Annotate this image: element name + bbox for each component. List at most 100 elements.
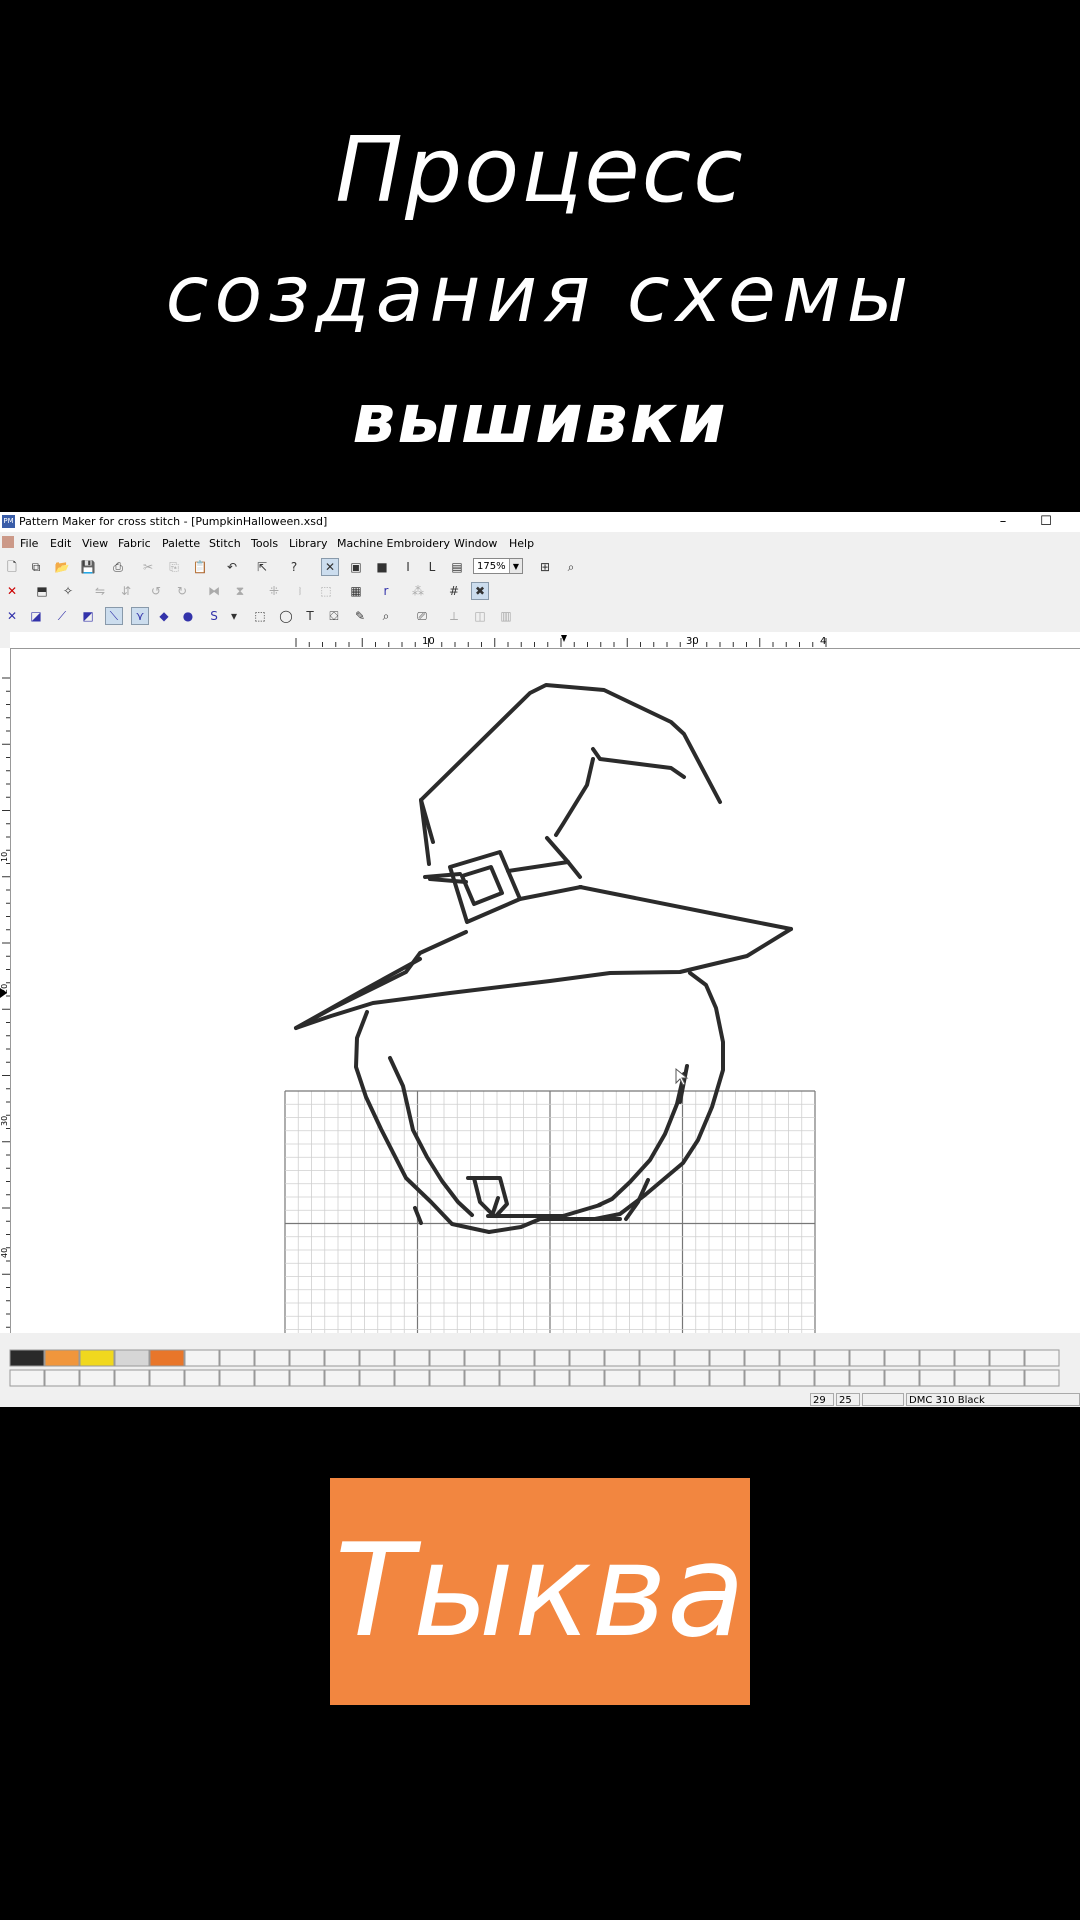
replace-color-icon[interactable]: r (378, 583, 394, 599)
full-cross-icon[interactable]: ✕ (4, 608, 20, 624)
palette-swatch[interactable] (919, 1349, 955, 1367)
palette-swatch[interactable] (359, 1349, 395, 1367)
palette-swatch[interactable] (989, 1369, 1025, 1387)
menu-fabric[interactable]: Fabric (118, 537, 151, 550)
fill-bucket-icon[interactable]: ⛋ (326, 608, 342, 624)
bead-icon[interactable]: ● (180, 608, 196, 624)
cut-icon[interactable]: ✂ (140, 559, 156, 575)
palette-swatch[interactable] (9, 1369, 45, 1387)
quarter-cross-icon[interactable]: ◩ (80, 608, 96, 624)
copy-mirror-icon[interactable]: ⧗ (232, 583, 248, 599)
palette-swatch[interactable] (79, 1349, 115, 1367)
palette-swatch[interactable] (429, 1369, 465, 1387)
new-file-icon[interactable]: 🗋 (4, 559, 20, 575)
palette-swatch[interactable] (254, 1349, 290, 1367)
save-icon[interactable]: 💾 (80, 559, 96, 575)
half-stitch-icon[interactable]: ⧘ (292, 583, 308, 599)
palette-swatch[interactable] (674, 1369, 710, 1387)
palette-swatch[interactable] (79, 1369, 115, 1387)
long-stitch-icon[interactable]: ⋎ (131, 607, 149, 625)
layers-icon[interactable]: ▥ (498, 608, 514, 624)
palette-swatch[interactable] (394, 1349, 430, 1367)
palette-swatch[interactable] (779, 1349, 815, 1367)
minimize-button[interactable]: – (983, 512, 1023, 532)
line-icon[interactable]: L (424, 559, 440, 575)
palette-swatch[interactable] (709, 1349, 745, 1367)
maximize-button[interactable]: ☐ (1026, 512, 1066, 532)
text-cursor-icon[interactable]: I (400, 559, 416, 575)
zoom-icon[interactable]: ⌕ (378, 608, 394, 624)
palette-swatch[interactable] (114, 1349, 150, 1367)
palette-swatch[interactable] (954, 1349, 990, 1367)
select-color-icon[interactable]: ⬒ (34, 583, 50, 599)
palette-swatch[interactable] (534, 1349, 570, 1367)
palette-swatch[interactable] (394, 1369, 430, 1387)
color-view-icon[interactable]: ■ (374, 559, 390, 575)
palette-swatch[interactable] (604, 1349, 640, 1367)
menu-edit[interactable]: Edit (50, 537, 71, 550)
half-cross-icon[interactable]: ⟋ (54, 608, 70, 624)
rectangle-select-icon[interactable]: ⬚ (252, 608, 268, 624)
palette-swatch[interactable] (569, 1369, 605, 1387)
palette-swatch[interactable] (639, 1349, 675, 1367)
pattern-svg[interactable] (11, 649, 1080, 1648)
palette-swatch[interactable] (569, 1349, 605, 1367)
import-icon[interactable]: ⇱ (254, 559, 270, 575)
menu-file[interactable]: File (20, 537, 38, 550)
palette-swatch[interactable] (884, 1349, 920, 1367)
undo-icon[interactable]: ↶ (224, 559, 240, 575)
palette-swatch[interactable] (604, 1369, 640, 1387)
palette-swatch[interactable] (779, 1369, 815, 1387)
palette-swatch[interactable] (499, 1369, 535, 1387)
color-palette-icon[interactable]: ▦ (348, 583, 364, 599)
grid-toggle-icon[interactable]: # (446, 583, 462, 599)
menu-help[interactable]: Help (509, 537, 534, 550)
menu-stitch[interactable]: Stitch (209, 537, 241, 550)
three-quarter-icon[interactable]: ◪ (28, 608, 44, 624)
palette-swatch[interactable] (989, 1349, 1025, 1367)
palette-swatch[interactable] (814, 1369, 850, 1387)
palette-swatch[interactable] (674, 1349, 710, 1367)
palette-swatch[interactable] (709, 1369, 745, 1387)
help-icon[interactable]: ? (286, 559, 302, 575)
rotate-right-icon[interactable]: ↻ (174, 583, 190, 599)
menu-window[interactable]: Window (454, 537, 497, 550)
specialty-stitch-icon[interactable]: S (206, 608, 222, 624)
palette-swatch[interactable] (639, 1369, 675, 1387)
palette-swatch[interactable] (324, 1349, 360, 1367)
palette-swatch[interactable] (44, 1369, 80, 1387)
page-icon[interactable]: ▤ (449, 559, 465, 575)
palette-swatches[interactable] (0, 1348, 1080, 1388)
palette-swatch[interactable] (429, 1349, 465, 1367)
palette-swatch[interactable] (289, 1369, 325, 1387)
palette-swatch[interactable] (289, 1349, 325, 1367)
french-knot-icon[interactable]: ◆ (156, 608, 172, 624)
palette-swatch[interactable] (149, 1369, 185, 1387)
split-view-icon[interactable]: ◫ (472, 608, 488, 624)
print-icon[interactable]: ⎙ (110, 559, 126, 575)
symbol-view-icon[interactable]: ▣ (348, 559, 364, 575)
menu-view[interactable]: View (82, 537, 108, 550)
palette-swatch[interactable] (744, 1349, 780, 1367)
rotate-left-icon[interactable]: ↺ (148, 583, 164, 599)
mirror-icon[interactable]: ⧓ (206, 583, 222, 599)
palette-swatch[interactable] (814, 1349, 850, 1367)
flip-horizontal-icon[interactable]: ⇋ (92, 583, 108, 599)
palette-swatch[interactable] (849, 1369, 885, 1387)
preview-icon[interactable]: ⎚ (414, 608, 430, 624)
palette-swatch[interactable] (219, 1349, 255, 1367)
palette-swatch[interactable] (114, 1369, 150, 1387)
ellipse-icon[interactable]: ◯ (278, 608, 294, 624)
stitch-grid-icon[interactable]: ⁜ (266, 583, 282, 599)
palette-swatch[interactable] (1024, 1369, 1060, 1387)
delete-icon[interactable]: ✕ (4, 583, 20, 599)
palette-swatch[interactable] (9, 1349, 45, 1367)
text-tool-icon[interactable]: T (302, 608, 318, 624)
zoom-select[interactable]: 175% ▼ (473, 558, 523, 574)
open-folder-icon[interactable]: 📂 (54, 559, 70, 575)
palette-swatch[interactable] (44, 1349, 80, 1367)
palette-swatch[interactable] (849, 1349, 885, 1367)
palette-swatch[interactable] (324, 1369, 360, 1387)
palette-swatch[interactable] (534, 1369, 570, 1387)
palette-swatch[interactable] (219, 1369, 255, 1387)
